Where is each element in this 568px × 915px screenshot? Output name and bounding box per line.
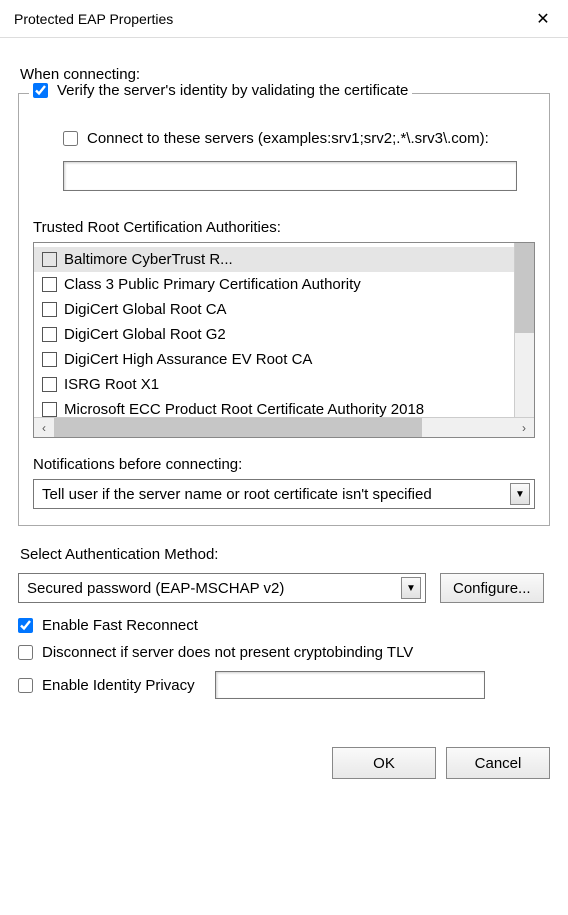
close-icon: ✕ bbox=[536, 9, 549, 29]
cryptobinding-row[interactable]: Disconnect if server does not present cr… bbox=[18, 644, 550, 661]
cancel-button[interactable]: Cancel bbox=[446, 747, 550, 779]
connect-servers-label: Connect to these servers (examples:srv1;… bbox=[87, 130, 489, 147]
scroll-right-icon[interactable]: › bbox=[514, 421, 534, 435]
authority-name: DigiCert Global Root G2 bbox=[64, 326, 226, 343]
authority-item[interactable]: ISRG Root X1 bbox=[34, 372, 514, 397]
authority-item[interactable]: DigiCert Global Root CA bbox=[34, 297, 514, 322]
auth-method-dropdown[interactable]: Secured password (EAP-MSCHAP v2) ▼ bbox=[18, 573, 426, 603]
close-button[interactable]: ✕ bbox=[520, 3, 566, 35]
trusted-authorities-list[interactable]: Baltimore CyberTrust R... Class 3 Public … bbox=[33, 242, 535, 438]
authority-checkbox[interactable] bbox=[42, 302, 57, 317]
connect-servers-checkbox[interactable] bbox=[63, 131, 78, 146]
authority-checkbox[interactable] bbox=[42, 252, 57, 267]
scroll-left-icon[interactable]: ‹ bbox=[34, 421, 54, 435]
fast-reconnect-checkbox[interactable] bbox=[18, 618, 33, 633]
authority-checkbox[interactable] bbox=[42, 377, 57, 392]
authority-checkbox[interactable] bbox=[42, 402, 57, 417]
ok-button[interactable]: OK bbox=[332, 747, 436, 779]
verify-identity-group: Verify the server's identity by validati… bbox=[18, 93, 550, 526]
authority-item[interactable]: Baltimore CyberTrust R... bbox=[34, 247, 514, 272]
notifications-label: Notifications before connecting: bbox=[33, 456, 535, 473]
authority-name: Baltimore CyberTrust R... bbox=[64, 251, 233, 268]
titlebar: Protected EAP Properties ✕ bbox=[0, 0, 568, 38]
auth-method-label: Select Authentication Method: bbox=[20, 546, 550, 563]
chevron-down-icon[interactable]: ▼ bbox=[510, 483, 530, 505]
trusted-label: Trusted Root Certification Authorities: bbox=[33, 219, 535, 236]
authority-item[interactable]: DigiCert High Assurance EV Root CA bbox=[34, 347, 514, 372]
cryptobinding-checkbox[interactable] bbox=[18, 645, 33, 660]
notifications-dropdown[interactable]: Tell user if the server name or root cer… bbox=[33, 479, 535, 509]
chevron-down-icon[interactable]: ▼ bbox=[401, 577, 421, 599]
configure-button[interactable]: Configure... bbox=[440, 573, 544, 603]
dialog-footer: OK Cancel bbox=[0, 747, 568, 779]
auth-method-row: Secured password (EAP-MSCHAP v2) ▼ Confi… bbox=[18, 573, 550, 603]
verify-legend[interactable]: Verify the server's identity by validati… bbox=[29, 82, 412, 99]
when-connecting-label: When connecting: bbox=[20, 66, 550, 83]
identity-privacy-label: Enable Identity Privacy bbox=[42, 677, 195, 694]
identity-privacy-checkbox[interactable] bbox=[18, 678, 33, 693]
authority-name: ISRG Root X1 bbox=[64, 376, 159, 393]
authority-checkbox[interactable] bbox=[42, 352, 57, 367]
cryptobinding-label: Disconnect if server does not present cr… bbox=[42, 644, 413, 661]
identity-privacy-input[interactable] bbox=[215, 671, 485, 699]
authority-name: Class 3 Public Primary Certification Aut… bbox=[64, 276, 361, 293]
authority-item[interactable]: Microsoft ECC Product Root Certificate A… bbox=[34, 397, 514, 417]
fast-reconnect-label: Enable Fast Reconnect bbox=[42, 617, 198, 634]
scroll-thumb[interactable] bbox=[54, 418, 422, 437]
authority-name: DigiCert High Assurance EV Root CA bbox=[64, 351, 312, 368]
authority-checkbox[interactable] bbox=[42, 277, 57, 292]
authority-name: DigiCert Global Root CA bbox=[64, 301, 227, 318]
notifications-value: Tell user if the server name or root cer… bbox=[42, 486, 432, 503]
identity-privacy-row: Enable Identity Privacy bbox=[18, 671, 550, 699]
authority-item[interactable]: Class 3 Public Primary Certification Aut… bbox=[34, 272, 514, 297]
fast-reconnect-row[interactable]: Enable Fast Reconnect bbox=[18, 617, 550, 634]
horizontal-scrollbar[interactable]: ‹ › bbox=[34, 417, 534, 437]
verify-label: Verify the server's identity by validati… bbox=[57, 82, 408, 99]
verify-checkbox[interactable] bbox=[33, 83, 48, 98]
window-title: Protected EAP Properties bbox=[14, 11, 173, 27]
auth-method-value: Secured password (EAP-MSCHAP v2) bbox=[27, 580, 284, 597]
vertical-scrollbar[interactable] bbox=[514, 243, 534, 417]
connect-servers-row[interactable]: Connect to these servers (examples:srv1;… bbox=[63, 130, 535, 147]
authority-name: Microsoft ECC Product Root Certificate A… bbox=[64, 401, 424, 417]
authority-checkbox[interactable] bbox=[42, 327, 57, 342]
authority-item[interactable]: DigiCert Global Root G2 bbox=[34, 322, 514, 347]
connect-servers-input[interactable] bbox=[63, 161, 517, 191]
